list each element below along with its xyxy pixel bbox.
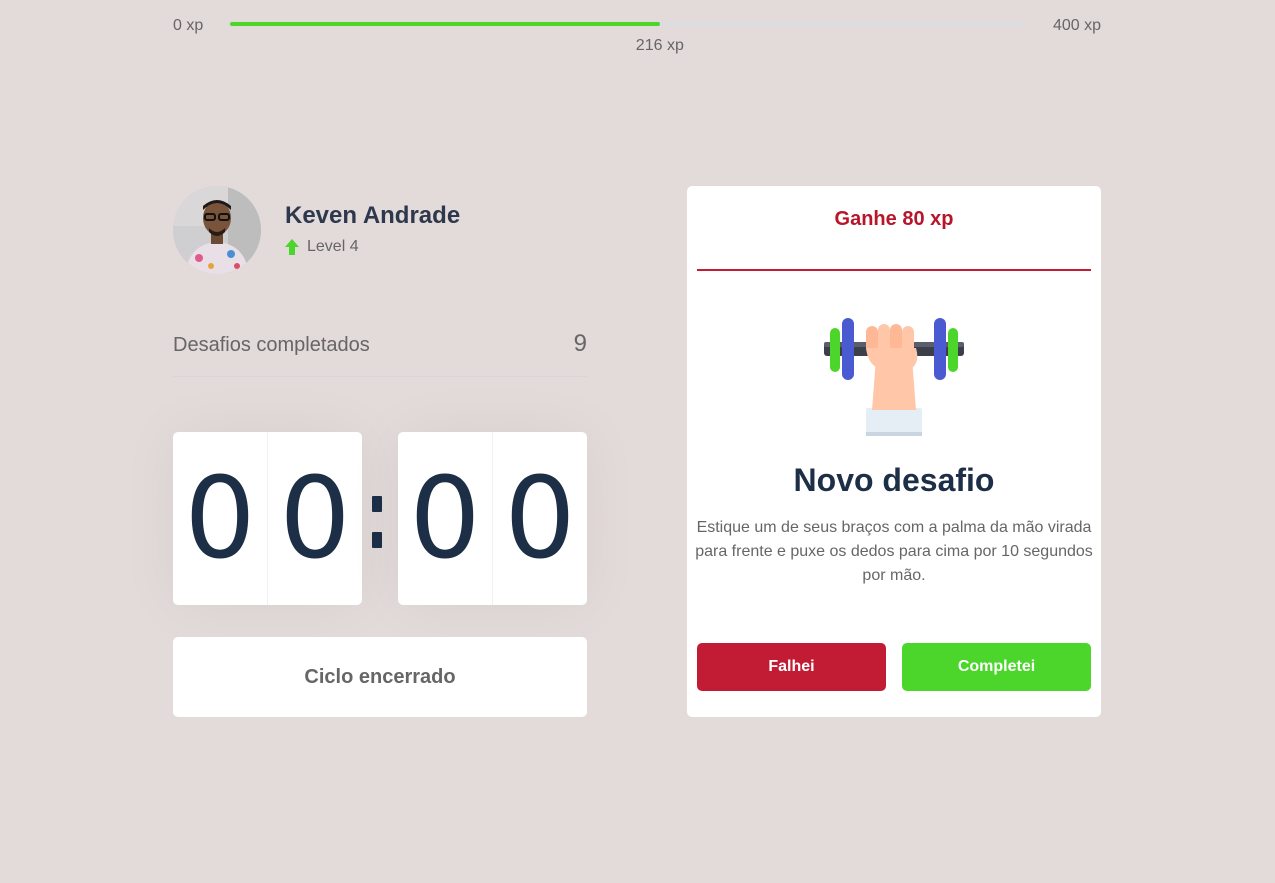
reward-label: Ganhe 80 xp (834, 208, 954, 230)
second-digit-tens: 0 (398, 432, 493, 605)
xp-min-label: 0 xp (173, 17, 204, 34)
minute-digit-tens: 0 (173, 432, 268, 605)
xp-track (230, 22, 1026, 26)
colon-separator (370, 496, 386, 556)
completed-button[interactable]: Completei (902, 643, 1091, 691)
challenge-card: Ganhe 80 xp Novo desafio Estique um de s… (687, 186, 1101, 717)
minute-digit-ones: 0 (279, 453, 351, 584)
avatar (173, 186, 261, 274)
xp-current-label: 216 xp (635, 37, 684, 54)
xp-fill (230, 22, 660, 26)
minutes-card: 0 0 (173, 432, 362, 605)
xp-max-label: 400 xp (1052, 17, 1101, 34)
challenge-card-header: Ganhe 80 xp (697, 208, 1091, 271)
challenge-description: Estique um de seus braços com a palma da… (695, 519, 1093, 584)
user-name: Keven Andrade (285, 202, 461, 229)
second-digit-ones: 0 (504, 453, 576, 584)
dumbbell-icon (824, 318, 964, 438)
level-label: Level 4 (307, 238, 359, 255)
seconds-card: 0 0 (398, 432, 587, 605)
cycle-ended-button[interactable]: Ciclo encerrado (173, 637, 587, 717)
profile: Keven Andrade Level 4 (173, 186, 587, 276)
experience-bar: 0 xp 216 xp 400 xp (173, 14, 1101, 54)
completed-challenges-count: 9 (573, 330, 587, 357)
countdown: 0 0 0 0 (173, 432, 587, 605)
challenge-title: Novo desafio (793, 462, 995, 498)
completed-challenges: Desafios completados 9 (173, 330, 587, 377)
completed-challenges-label: Desafios completados (173, 334, 370, 356)
failed-button[interactable]: Falhei (697, 643, 886, 691)
level-up-arrow-icon (285, 239, 299, 255)
level: Level 4 (285, 238, 359, 256)
